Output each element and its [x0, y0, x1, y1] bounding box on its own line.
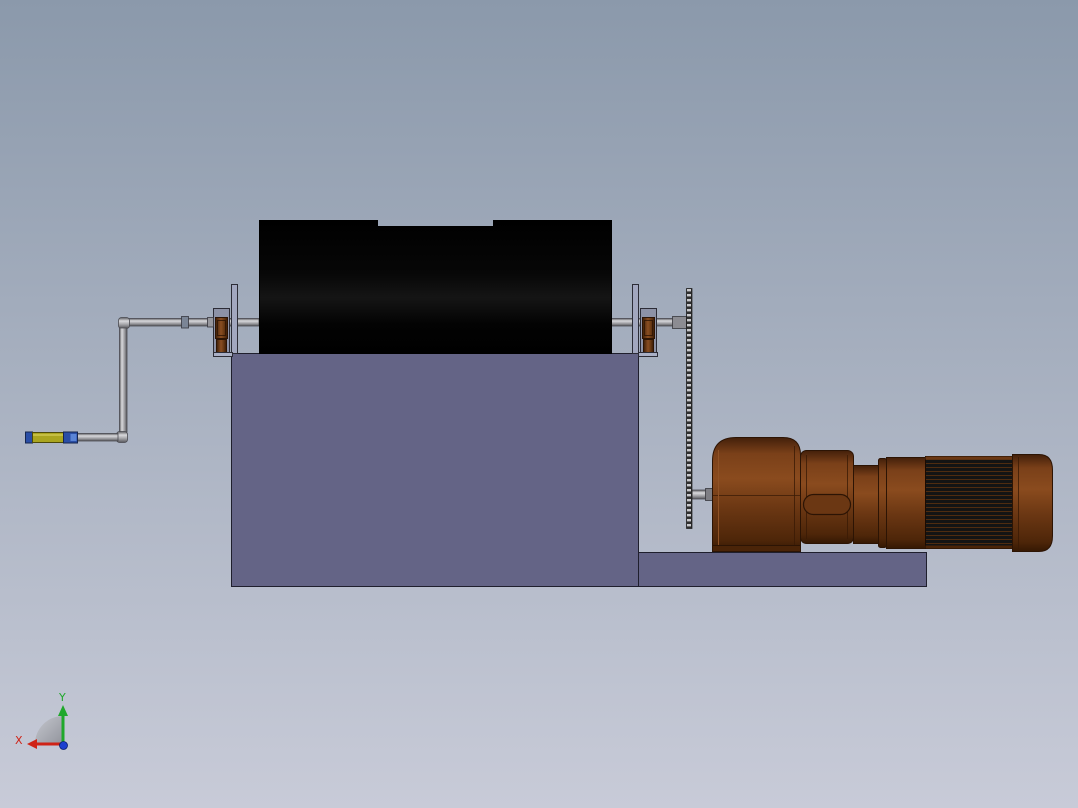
left-bearing-pedestal — [216, 339, 227, 353]
frame-box[interactable] — [231, 353, 639, 587]
gearbox-output-shaft[interactable] — [691, 488, 714, 501]
crank-upper-elbow — [118, 317, 130, 329]
crank-vertical-pipe[interactable] — [119, 327, 128, 433]
triad-x-label: X — [15, 734, 23, 747]
crank-grip-ferrule-highlight — [70, 434, 77, 441]
motor-body[interactable] — [886, 457, 926, 549]
right-bearing-foot — [638, 352, 658, 357]
motor-front-ring — [878, 458, 887, 548]
motor-fins-top-rim — [925, 456, 1014, 460]
drive-sprocket-hub[interactable] — [672, 316, 687, 329]
frame-box-front-face[interactable] — [231, 353, 639, 587]
right-side-plate-face[interactable] — [632, 284, 639, 354]
graphics-viewport[interactable]: X Y — [0, 0, 1078, 808]
crank-grip-highlight — [33, 434, 63, 436]
gearbox-housing[interactable] — [712, 437, 801, 552]
crank-upper-pipe[interactable] — [126, 318, 214, 327]
crank-grip-end-cap[interactable] — [25, 431, 33, 444]
motor-base-plate-face[interactable] — [638, 552, 927, 587]
right-bearing[interactable] — [638, 308, 658, 357]
drive-chain[interactable] — [686, 288, 693, 529]
left-side-plate-face[interactable] — [231, 284, 238, 354]
left-bearing-foot — [213, 352, 233, 357]
triad-z-axis[interactable] — [59, 741, 68, 750]
drum-body[interactable] — [259, 220, 612, 354]
crank-lower-pipe[interactable] — [76, 433, 119, 442]
drum[interactable] — [259, 220, 612, 354]
motor-fins-bottom-rim — [925, 545, 1014, 549]
left-side-plate[interactable] — [231, 284, 238, 354]
right-bearing-pedestal — [643, 339, 654, 353]
gearbox-foot — [712, 545, 801, 552]
motor-cooling-fins[interactable] — [925, 456, 1014, 549]
gearbox-output-shaft-collar — [705, 488, 713, 501]
right-side-plate[interactable] — [632, 284, 639, 354]
triad-y-label: Y — [58, 691, 66, 704]
left-bearing[interactable] — [213, 308, 233, 357]
crank-collar — [207, 317, 214, 328]
crank-grip[interactable] — [25, 431, 78, 444]
motor-base-plate[interactable] — [638, 552, 927, 587]
drive-sprocket-hub-body[interactable] — [672, 316, 687, 329]
crank-coupling — [181, 316, 189, 329]
drive-chain-strand[interactable] — [686, 288, 693, 529]
adapter-inspection-slot — [802, 493, 852, 516]
motor-neck[interactable] — [853, 465, 879, 544]
